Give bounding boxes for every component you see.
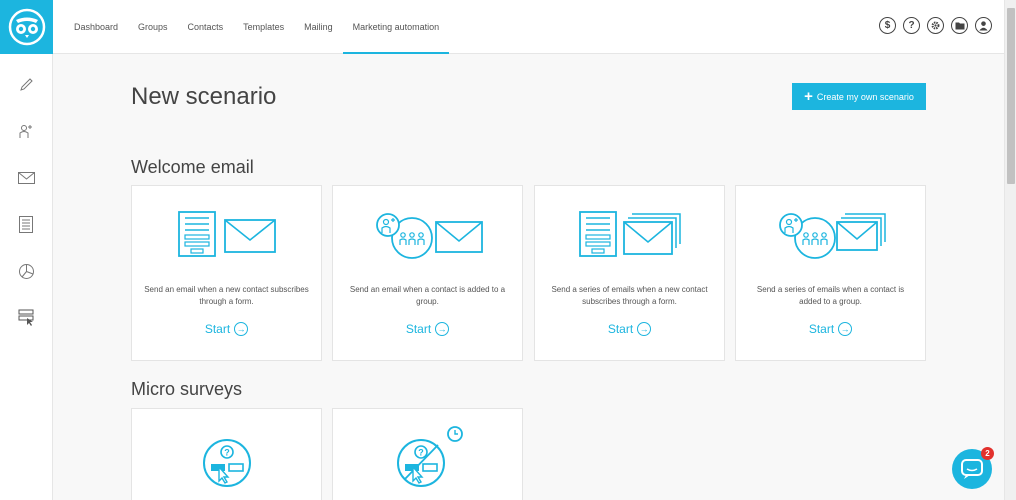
card-art: ? [333,425,522,487]
mail-icon [17,172,35,184]
survey-question-icon: ? [202,439,251,487]
user-icon[interactable] [975,17,992,34]
svg-text:?: ? [418,448,424,458]
main-content: New scenario + Create my own scenario We… [54,55,1004,500]
sidebar-item-add-user[interactable] [14,119,38,143]
card-description: Send an email when a new contact subscri… [144,285,309,306]
scrollbar-thumb[interactable] [1007,8,1015,184]
arrow-right-icon: → [637,322,652,336]
nav-contacts[interactable]: Contacts [178,0,234,54]
group-and-email-icon [375,213,483,259]
scenario-card-group-email[interactable]: Send an email when a contact is added to… [332,185,523,361]
gear-icon[interactable] [927,17,944,34]
main-nav: Dashboard Groups Contacts Templates Mail… [64,0,449,54]
user-shape-icon [979,21,988,31]
logo[interactable] [0,0,53,54]
plus-icon: + [804,88,813,105]
start-link[interactable]: Start → [736,322,925,336]
top-icons: $ ? [879,17,992,34]
sidebar-item-reports[interactable] [14,259,38,283]
sidebar-item-mail[interactable] [14,166,38,190]
section-title-welcome: Welcome email [131,157,254,177]
card-art [535,210,724,270]
start-label: Start [607,322,634,336]
form-and-email-series-icon [578,211,681,257]
sidebar [0,54,53,500]
group-and-email-series-icon [778,213,886,259]
card-art: ? [132,437,321,497]
form-and-email-icon [177,211,276,257]
help-icon[interactable]: ? [903,17,920,34]
scenario-card-group-series[interactable]: Send a series of emails when a contact i… [735,185,926,361]
section-title-surveys: Micro surveys [131,379,243,399]
card-art [736,210,925,270]
sidebar-item-document[interactable] [14,212,38,236]
pie-chart-icon [18,263,34,279]
arrow-right-icon: → [234,322,249,336]
nav-dashboard[interactable]: Dashboard [64,0,128,54]
card-description: Send a series of emails when a new conta… [551,285,708,306]
chat-notification-badge: 2 [981,447,994,460]
pen-icon [20,78,33,91]
scenario-card-form-email[interactable]: Send an email when a new contact subscri… [131,185,322,361]
svg-text:?: ? [224,448,230,458]
start-link[interactable]: Start → [535,322,724,336]
chat-icon [961,459,983,479]
owl-logo-icon [8,8,45,46]
card-art [333,210,522,270]
folder-shape-icon [955,22,964,30]
nav-mailing[interactable]: Mailing [294,0,343,54]
start-link[interactable]: Start → [132,322,321,336]
scenario-card-form-series[interactable]: Send a series of emails when a new conta… [534,185,725,361]
card-art [132,210,321,270]
create-scenario-button[interactable]: + Create my own scenario [792,83,926,110]
create-scenario-label: Create my own scenario [816,91,914,102]
survey-timer-icon: ? [396,426,463,487]
sidebar-item-editor[interactable] [14,73,38,97]
add-user-icon [19,125,32,138]
page-title: New scenario [131,83,277,110]
card-description: Send a series of emails when a contact i… [756,285,905,306]
nav-groups[interactable]: Groups [128,0,178,54]
arrow-right-icon: → [838,322,853,336]
gear-shape-icon [931,21,940,30]
card-description: Send an email when a contact is added to… [349,285,506,306]
dollar-icon[interactable]: $ [879,17,896,34]
scenario-card-survey-timed[interactable]: ? [332,408,523,500]
start-label: Start [204,322,231,336]
nav-marketing-automation[interactable]: Marketing automation [342,0,450,54]
scenario-card-survey[interactable]: ? [131,408,322,500]
page-scrollbar[interactable] [1004,0,1016,500]
document-icon [19,215,33,233]
start-label: Start [405,322,432,336]
app-window: Dashboard Groups Contacts Templates Mail… [0,0,1016,500]
top-bar: Dashboard Groups Contacts Templates Mail… [0,0,1004,54]
layout-click-icon [18,309,33,326]
arrow-right-icon: → [435,322,450,336]
start-link[interactable]: Start → [333,322,522,336]
sidebar-item-landing[interactable] [14,305,38,329]
nav-templates[interactable]: Templates [233,0,294,54]
folder-icon[interactable] [951,17,968,34]
start-label: Start [808,322,835,336]
